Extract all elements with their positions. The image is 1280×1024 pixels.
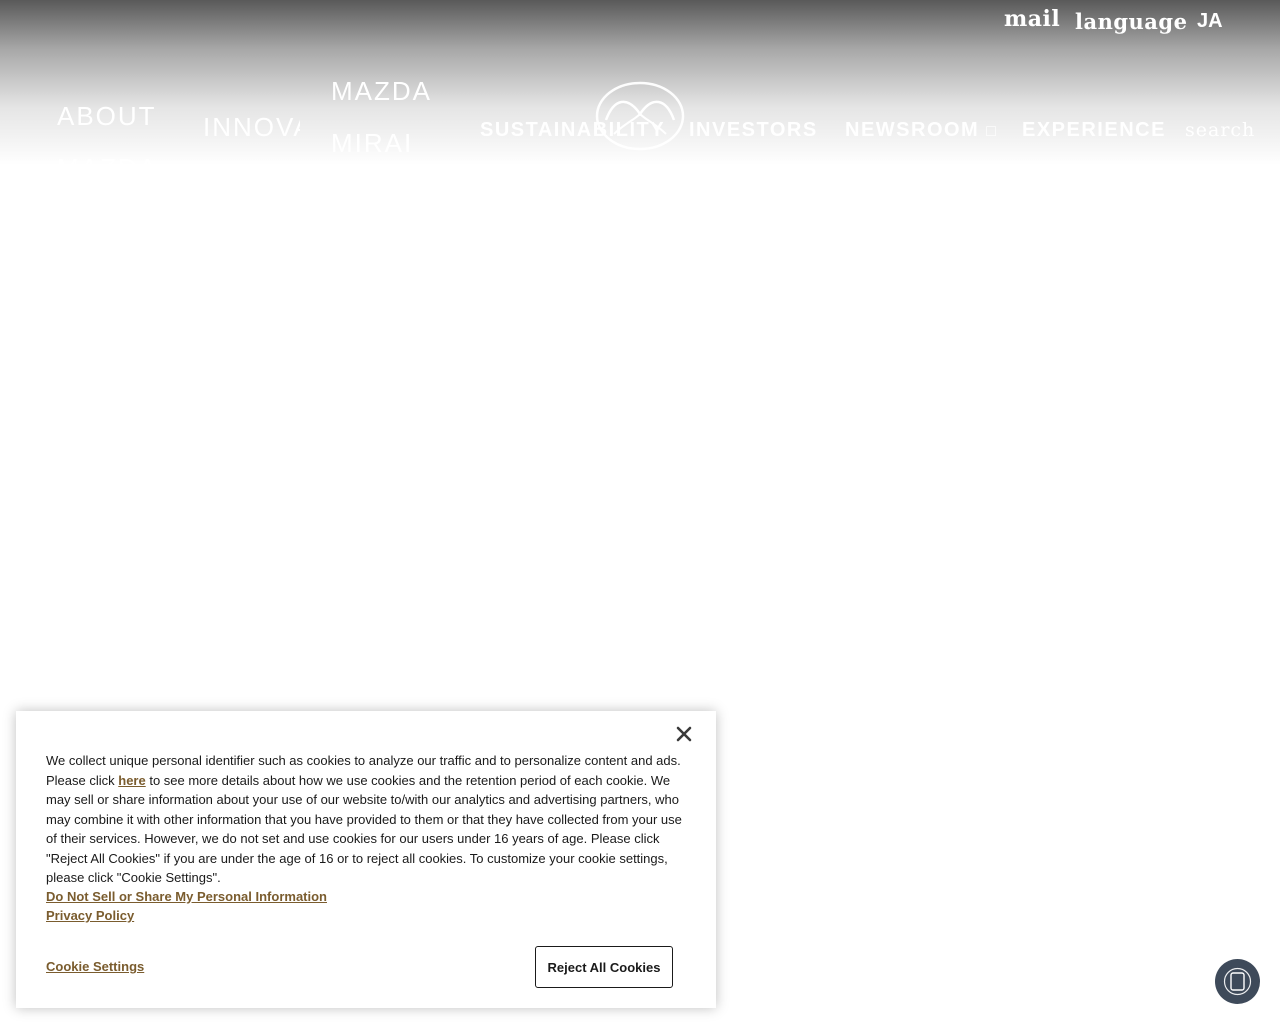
reject-all-cookies-button[interactable]: Reject All Cookies	[535, 946, 673, 988]
cookie-banner: We collect unique personal identifier su…	[16, 711, 716, 1008]
nav-mirai-line1: MAZDA	[331, 76, 432, 106]
cookie-text-part2: to see more details about how we use coo…	[46, 772, 682, 886]
nav-experience[interactable]: EXPERIENCE	[1022, 119, 1166, 142]
nav-innovation[interactable]: INNOVATION	[203, 112, 300, 142]
nav-newsroom[interactable]: NEWSROOM □	[845, 119, 997, 142]
nav-mirai-line2: MIRAI	[331, 128, 414, 158]
chat-button[interactable]	[1215, 959, 1260, 1004]
mazda-logo-icon[interactable]	[592, 80, 688, 152]
mail-link[interactable]: mail	[1004, 6, 1060, 32]
nav-newsroom-label: NEWSROOM	[845, 119, 980, 141]
cookie-here-link[interactable]: here	[118, 773, 145, 788]
nav-mazda-mirai[interactable]: MAZDA MIRAI	[331, 65, 432, 169]
chat-icon	[1223, 967, 1252, 996]
nav-about-mazda[interactable]: ABOUT MAZDA	[57, 90, 158, 194]
nav-investors[interactable]: INVESTORS	[689, 119, 818, 142]
search-link[interactable]: search	[1185, 119, 1255, 141]
nav-innovation-wrap: INNOVATION	[203, 112, 300, 152]
nav-about-line1: ABOUT	[57, 101, 157, 131]
close-icon[interactable]	[674, 724, 694, 744]
language-link[interactable]: language	[1075, 9, 1187, 34]
privacy-policy-link[interactable]: Privacy Policy	[46, 908, 134, 923]
japanese-language-link[interactable]: JA	[1197, 10, 1223, 33]
do-not-sell-link[interactable]: Do Not Sell or Share My Personal Informa…	[46, 889, 327, 904]
cookie-settings-button[interactable]: Cookie Settings	[46, 959, 144, 974]
cookie-description: We collect unique personal identifier su…	[46, 751, 686, 888]
external-link-icon: □	[986, 123, 998, 140]
nav-about-line2: MAZDA	[57, 153, 158, 183]
